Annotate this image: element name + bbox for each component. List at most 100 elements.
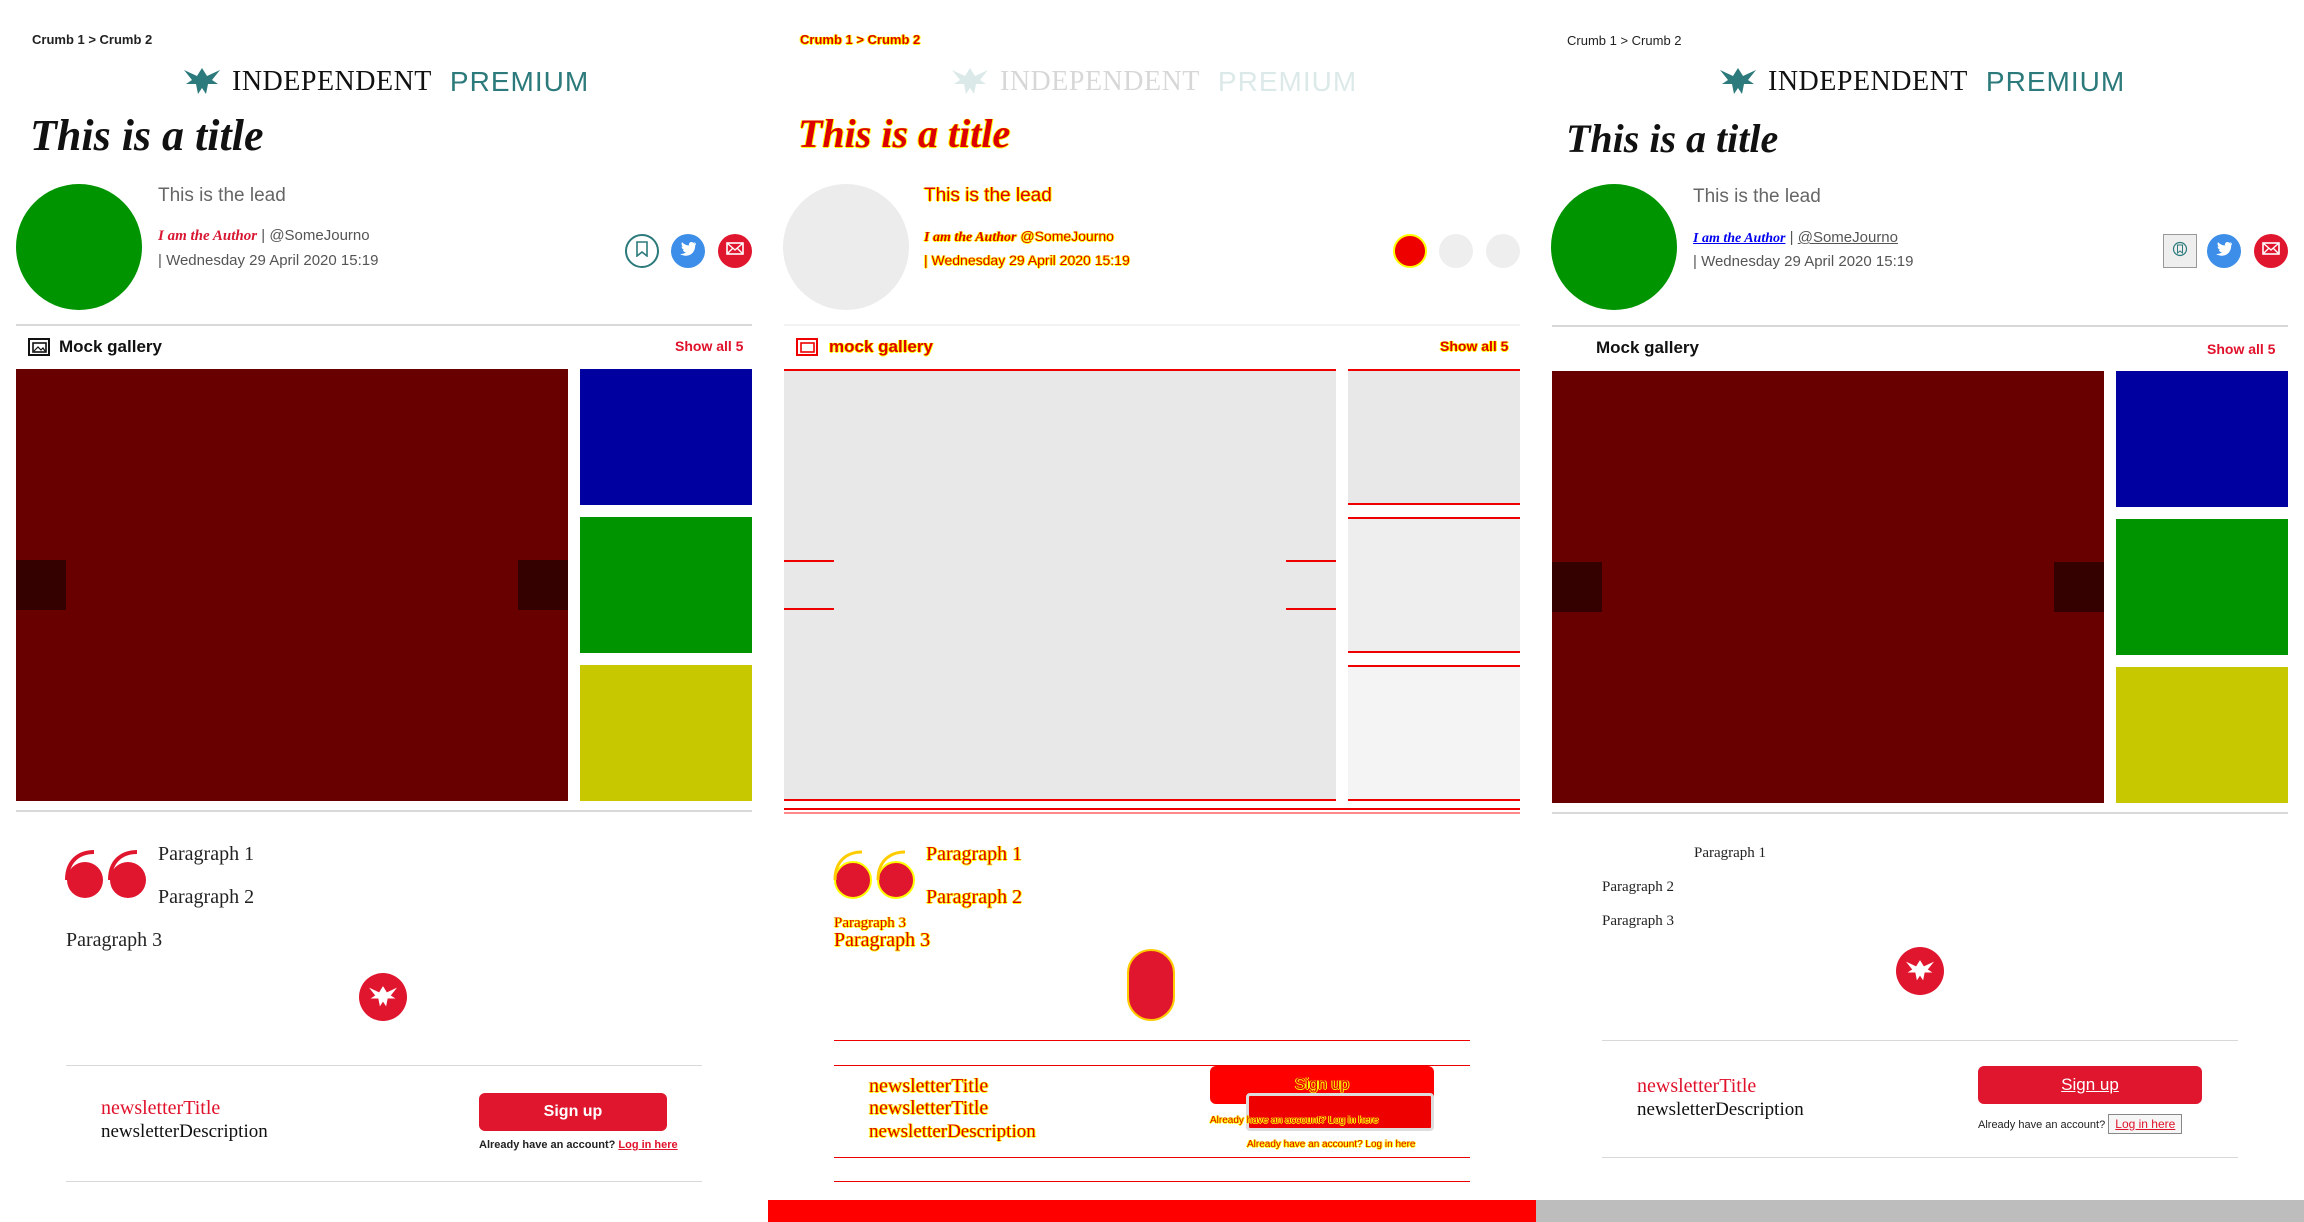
gallery-prev-button[interactable] bbox=[16, 560, 66, 610]
quote-icon bbox=[64, 848, 150, 905]
divider bbox=[16, 810, 752, 812]
login-prompt: Already have an account? Log in here bbox=[1978, 1114, 2183, 1134]
author-avatar bbox=[16, 184, 142, 310]
byline: I am the Author | @SomeJourno bbox=[158, 227, 370, 245]
site-logo[interactable]: INDEPENDENT PREMIUM bbox=[1718, 64, 2125, 100]
email-icon bbox=[726, 242, 744, 260]
author-handle[interactable]: @SomeJourno bbox=[1798, 229, 1898, 246]
next-diff-bottom bbox=[1286, 608, 1336, 610]
newsletter-bottom-rule bbox=[1602, 1157, 2238, 1158]
article-lead: This is the lead bbox=[1693, 186, 1821, 207]
nl-diff-rule-3 bbox=[834, 1157, 1470, 1158]
breadcrumb: Crumb 1 > Crumb 2 bbox=[1567, 33, 1682, 48]
site-logo[interactable]: INDEPENDENT PREMIUM bbox=[182, 64, 589, 100]
author-link-diff: I am the Author bbox=[924, 230, 1017, 245]
gallery-prev-button[interactable] bbox=[1552, 562, 1602, 612]
gallery-next-button[interactable] bbox=[2054, 562, 2104, 612]
bookmark-button[interactable] bbox=[625, 234, 659, 268]
newsletter-top-rule bbox=[66, 1065, 702, 1066]
logo-brand: INDEPENDENT bbox=[1768, 66, 1968, 97]
nl-diff-rule-4 bbox=[834, 1181, 1470, 1182]
paragraph-2: Paragraph 2 bbox=[158, 886, 255, 908]
byline-diff: I am the Author @SomeJourno bbox=[924, 228, 1114, 246]
bookmark-button[interactable] bbox=[2163, 234, 2197, 268]
independent-eagle-icon bbox=[1896, 947, 1944, 995]
gallery-icon bbox=[796, 338, 818, 361]
paragraph-2-diff: Paragraph 2 bbox=[926, 886, 1023, 908]
prev-diff-bottom bbox=[784, 608, 834, 610]
site-logo-diff: INDEPENDENT PREMIUM bbox=[950, 64, 1357, 100]
author-link[interactable]: I am the Author bbox=[1693, 231, 1785, 246]
eagle-logo-icon bbox=[182, 64, 222, 100]
divider-diff-2 bbox=[784, 808, 1520, 810]
publish-date: | Wednesday 29 April 2020 15:19 bbox=[1693, 253, 1914, 270]
diff-status-bar bbox=[768, 1200, 1536, 1222]
gallery-title-diff: mock gallery bbox=[829, 337, 933, 356]
divider bbox=[16, 324, 752, 326]
thumb-3-diff bbox=[1348, 665, 1520, 801]
handle-diff: @SomeJourno bbox=[1020, 228, 1114, 244]
article-title-diff: This is a title bbox=[798, 111, 1011, 156]
gallery-thumb-1[interactable] bbox=[580, 369, 752, 505]
login-link[interactable]: Log in here bbox=[618, 1139, 677, 1151]
eagle-logo-icon bbox=[950, 64, 990, 100]
publish-date: | Wednesday 29 April 2020 15:19 bbox=[158, 252, 379, 269]
gallery-thumb-3[interactable] bbox=[580, 665, 752, 801]
logo-tier-diff: PREMIUM bbox=[1217, 66, 1358, 97]
bookmark-icon bbox=[635, 240, 649, 262]
gallery-main-diff bbox=[784, 369, 1336, 801]
gallery-thumb-2[interactable] bbox=[580, 517, 752, 653]
signup-button[interactable]: Sign up bbox=[479, 1093, 667, 1131]
article-lead-diff: This is the lead bbox=[924, 185, 1052, 206]
gallery-thumb-1[interactable] bbox=[2116, 371, 2288, 507]
thumb-1-diff bbox=[1348, 369, 1520, 505]
email-share-button[interactable] bbox=[718, 234, 752, 268]
independent-eagle-icon bbox=[359, 973, 407, 1021]
author-handle[interactable]: @SomeJourno bbox=[269, 227, 369, 244]
gallery-next-button[interactable] bbox=[518, 560, 568, 610]
paragraph-3-diff: Paragraph 3 bbox=[834, 929, 931, 951]
twitter-share-button[interactable] bbox=[671, 234, 705, 268]
paragraph-3: Paragraph 3 bbox=[66, 929, 163, 951]
login-link[interactable]: Log in here bbox=[2108, 1114, 2183, 1134]
next-diff-top bbox=[1286, 560, 1336, 562]
gallery-icon bbox=[28, 338, 50, 361]
gallery-main-image[interactable] bbox=[1552, 371, 2104, 803]
breadcrumb-diff: Crumb 1 > Crumb 2 bbox=[800, 32, 921, 47]
email-icon bbox=[2262, 242, 2280, 260]
twitter-icon bbox=[679, 241, 697, 261]
show-all-link[interactable]: Show all 5 bbox=[675, 338, 743, 354]
logo-tier: PREMIUM bbox=[449, 66, 590, 97]
gallery-title: Mock gallery bbox=[59, 337, 162, 356]
bookmark-diff bbox=[1393, 234, 1427, 268]
email-diff bbox=[1486, 234, 1520, 268]
quote-icon bbox=[832, 848, 918, 905]
gallery-thumb-2[interactable] bbox=[2116, 519, 2288, 655]
logo-brand-diff: INDEPENDENT bbox=[1000, 66, 1200, 97]
signup-button[interactable]: Sign up bbox=[1978, 1066, 2202, 1104]
gallery-main-image[interactable] bbox=[16, 369, 568, 801]
divider bbox=[1552, 812, 2288, 814]
login-prompt-text: Already have an account? bbox=[479, 1139, 616, 1151]
byline-separator: | bbox=[1789, 229, 1794, 246]
publish-date-diff: | Wednesday 29 April 2020 15:19 bbox=[924, 252, 1130, 268]
test-status-bar bbox=[1536, 1200, 2304, 1222]
gallery-thumb-3[interactable] bbox=[2116, 667, 2288, 803]
divider bbox=[1552, 325, 2288, 327]
newsletter-title-diff-2: newsletterTitle bbox=[869, 1097, 989, 1119]
newsletter-description-diff: newsletterDescription bbox=[869, 1121, 1036, 1142]
newsletter-top-rule bbox=[1602, 1040, 2238, 1041]
login-prompt-text-diff: Already have an account? bbox=[1210, 1115, 1326, 1126]
nl-diff-rule-1 bbox=[834, 1040, 1470, 1041]
article-title: This is a title bbox=[1566, 116, 1779, 161]
login-link-diff: Log in here bbox=[1328, 1115, 1379, 1126]
author-link[interactable]: I am the Author bbox=[158, 228, 257, 244]
gallery-title: Mock gallery bbox=[1596, 338, 1699, 357]
show-all-link[interactable]: Show all 5 bbox=[2207, 341, 2275, 357]
twitter-share-button[interactable] bbox=[2207, 234, 2241, 268]
logo-brand: INDEPENDENT bbox=[232, 66, 432, 97]
prev-diff-top bbox=[784, 560, 834, 562]
paragraph-2: Paragraph 2 bbox=[1602, 879, 1675, 895]
show-all-diff: Show all 5 bbox=[1440, 338, 1509, 354]
email-share-button[interactable] bbox=[2254, 234, 2288, 268]
